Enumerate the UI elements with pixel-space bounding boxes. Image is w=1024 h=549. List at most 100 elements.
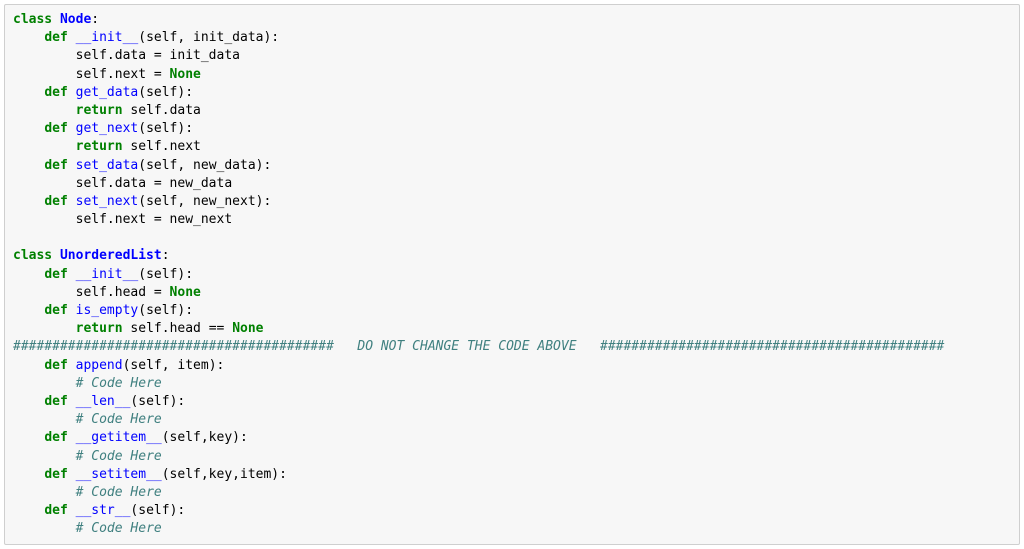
code-token: def — [44, 467, 75, 482]
code-token — [13, 121, 44, 136]
code-token: get_next — [76, 121, 139, 136]
python-code-block: class Node: def __init__(self, init_data… — [4, 4, 1020, 545]
code-line: class UnorderedList: — [13, 247, 1011, 265]
code-token: new_next — [170, 212, 233, 227]
code-token — [13, 467, 44, 482]
code-token: None — [170, 285, 201, 300]
code-token: ): — [271, 467, 287, 482]
code-token: return — [76, 139, 131, 154]
code-line: def __getitem__(self,key): — [13, 429, 1011, 447]
code-token: is_empty — [76, 303, 139, 318]
code-token: def — [44, 503, 75, 518]
code-token: . — [107, 212, 115, 227]
code-token: ): — [263, 30, 279, 45]
code-token: self,key — [170, 430, 233, 445]
code-token: def — [44, 194, 75, 209]
code-token — [13, 376, 76, 391]
code-line: def set_data(self, new_data): — [13, 157, 1011, 175]
code-token — [13, 449, 76, 464]
code-token: self — [130, 103, 161, 118]
code-token — [13, 430, 44, 445]
code-line: # Code Here — [13, 375, 1011, 393]
code-line: def set_next(self, new_next): — [13, 193, 1011, 211]
code-token: self — [146, 267, 177, 282]
code-token: . — [107, 285, 115, 300]
code-token: self — [146, 85, 177, 100]
code-token — [13, 158, 44, 173]
code-token: UnorderedList — [60, 248, 162, 263]
code-token: class — [13, 12, 60, 27]
code-line: self.data = init_data — [13, 47, 1011, 65]
code-token — [13, 394, 44, 409]
code-token: ( — [138, 121, 146, 136]
code-line — [13, 229, 1011, 247]
code-token: ): — [232, 430, 248, 445]
code-token: self, init_data — [146, 30, 263, 45]
code-token: ########################################… — [13, 339, 944, 354]
code-token: : — [91, 12, 99, 27]
code-token: ): — [170, 394, 186, 409]
code-token: class — [13, 248, 60, 263]
code-token: self — [138, 503, 169, 518]
code-token: new_data — [170, 176, 233, 191]
code-token: def — [44, 121, 75, 136]
code-token: __getitem__ — [76, 430, 162, 445]
code-token: def — [44, 158, 75, 173]
code-token: == — [209, 321, 232, 336]
code-token: __init__ — [76, 267, 139, 282]
code-token: # Code Here — [76, 521, 162, 536]
code-token: ): — [209, 358, 225, 373]
code-token — [13, 267, 44, 282]
code-token: ( — [138, 30, 146, 45]
code-token: data — [115, 176, 154, 191]
code-token: self — [13, 48, 107, 63]
code-token — [13, 194, 44, 209]
code-token: def — [44, 394, 75, 409]
code-token: __init__ — [76, 30, 139, 45]
code-token: . — [107, 67, 115, 82]
code-token: ( — [138, 267, 146, 282]
code-token — [13, 412, 76, 427]
code-token: head — [170, 321, 209, 336]
code-token — [13, 321, 76, 336]
code-token: = — [154, 48, 170, 63]
code-token: head — [115, 285, 154, 300]
code-token: next — [170, 139, 201, 154]
code-line: def append(self, item): — [13, 357, 1011, 375]
code-token: set_data — [76, 158, 139, 173]
code-token: def — [44, 358, 75, 373]
code-token: def — [44, 85, 75, 100]
code-token: self — [13, 212, 107, 227]
code-token: next — [115, 67, 154, 82]
code-token: set_next — [76, 194, 139, 209]
code-token: None — [232, 321, 263, 336]
code-token: data — [170, 103, 201, 118]
code-line: self.next = None — [13, 66, 1011, 84]
code-token: = — [154, 285, 170, 300]
code-token: . — [107, 176, 115, 191]
code-token: def — [44, 267, 75, 282]
code-line: self.data = new_data — [13, 175, 1011, 193]
code-token: return — [76, 321, 131, 336]
code-token: self — [13, 285, 107, 300]
code-token — [13, 521, 76, 536]
code-token: = — [154, 176, 170, 191]
code-token: ): — [177, 267, 193, 282]
code-line: # Code Here — [13, 448, 1011, 466]
code-token — [13, 103, 76, 118]
code-token — [13, 303, 44, 318]
code-token: = — [154, 67, 170, 82]
code-line: return self.next — [13, 138, 1011, 156]
code-line: self.next = new_next — [13, 211, 1011, 229]
code-line: # Code Here — [13, 484, 1011, 502]
code-token: ): — [256, 194, 272, 209]
code-token — [13, 30, 44, 45]
code-line: ########################################… — [13, 338, 1011, 356]
code-token: ( — [162, 430, 170, 445]
code-line: def __str__(self): — [13, 502, 1011, 520]
code-token: ( — [138, 158, 146, 173]
code-token: init_data — [170, 48, 240, 63]
code-token: self — [13, 67, 107, 82]
code-token: next — [115, 212, 154, 227]
code-line: # Code Here — [13, 520, 1011, 538]
